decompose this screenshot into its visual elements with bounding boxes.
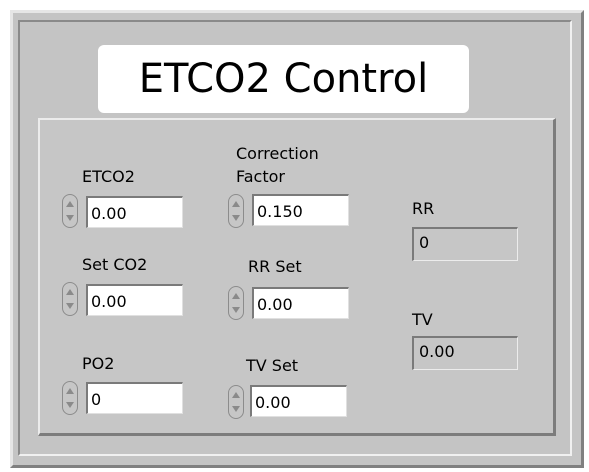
correction-factor-label-line1: Correction <box>236 144 319 163</box>
set-co2-label: Set CO2 <box>82 255 148 274</box>
rr-indicator: 0 <box>412 227 518 261</box>
tv-set-field[interactable]: 0.00 <box>250 385 347 417</box>
rr-label: RR <box>412 199 435 218</box>
decrement-arrow-icon[interactable] <box>66 303 74 309</box>
increment-arrow-icon[interactable] <box>232 392 240 398</box>
panel-title: ETCO2 Control <box>138 56 429 102</box>
rr-set-label: RR Set <box>248 257 302 276</box>
po2-spinner[interactable] <box>62 381 78 415</box>
rr-set-spinner[interactable] <box>228 286 244 320</box>
etco2-field[interactable]: 0.00 <box>86 196 183 228</box>
decrement-arrow-icon[interactable] <box>232 215 240 221</box>
decrement-arrow-icon[interactable] <box>66 215 74 221</box>
set-co2-spinner[interactable] <box>62 282 78 316</box>
set-co2-field[interactable]: 0.00 <box>86 284 183 316</box>
increment-arrow-icon[interactable] <box>66 201 74 207</box>
po2-field[interactable]: 0 <box>86 382 183 414</box>
increment-arrow-icon[interactable] <box>66 289 74 295</box>
etco2-label: ETCO2 <box>82 167 135 186</box>
decrement-arrow-icon[interactable] <box>232 307 240 313</box>
po2-label: PO2 <box>82 354 115 373</box>
correction-factor-spinner[interactable] <box>228 194 244 228</box>
increment-arrow-icon[interactable] <box>232 293 240 299</box>
etco2-spinner[interactable] <box>62 194 78 228</box>
title-box: ETCO2 Control <box>98 45 469 113</box>
decrement-arrow-icon[interactable] <box>232 406 240 412</box>
increment-arrow-icon[interactable] <box>66 388 74 394</box>
tv-label: TV <box>412 310 433 329</box>
increment-arrow-icon[interactable] <box>232 201 240 207</box>
tv-indicator: 0.00 <box>412 336 518 370</box>
decrement-arrow-icon[interactable] <box>66 402 74 408</box>
correction-factor-field[interactable]: 0.150 <box>252 194 349 226</box>
tv-set-label: TV Set <box>246 356 299 375</box>
correction-factor-label-line2: Factor <box>236 167 285 186</box>
tv-set-spinner[interactable] <box>228 385 244 419</box>
rr-set-field[interactable]: 0.00 <box>252 287 349 319</box>
